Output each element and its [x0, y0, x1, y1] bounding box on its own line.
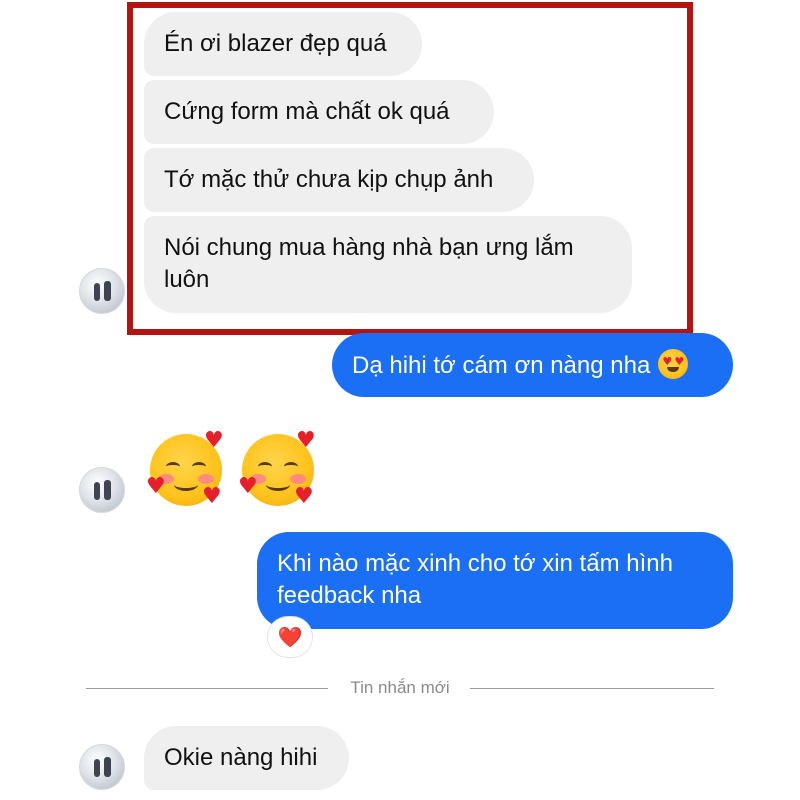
emoji-message[interactable]: ♥ ♥ ♥ ♥ ♥ ♥: [146, 430, 326, 510]
message-line: feedback nha: [277, 582, 422, 609]
avatar-figure: [104, 480, 111, 500]
message-bubble-outgoing[interactable]: Khi nào mặc xinh cho tớ xin tấm hình fee…: [257, 532, 733, 629]
avatar-figure: [94, 759, 100, 777]
highlight-box: [127, 2, 693, 335]
avatar[interactable]: [79, 467, 125, 513]
avatar-figure: [104, 281, 111, 301]
heart-eyes-emoji-icon: ♥ ♥: [658, 349, 689, 379]
avatar-figure: [94, 482, 100, 500]
chat-thread: Én ơi blazer đẹp quá Cứng form mà chất o…: [0, 0, 800, 800]
avatar[interactable]: [79, 744, 125, 790]
message-bubble-incoming[interactable]: Okie nàng hihi: [144, 726, 349, 790]
message-bubble-outgoing[interactable]: Dạ hihi tớ cám ơn nàng nha ♥ ♥: [332, 333, 733, 397]
avatar-figure: [104, 757, 111, 777]
divider-line: [470, 688, 714, 689]
message-line: Khi nào mặc xinh cho tớ xin tấm hình: [277, 550, 673, 577]
new-messages-divider: Tin nhắn mới: [350, 678, 450, 697]
avatar[interactable]: [79, 268, 125, 314]
heart-icon[interactable]: ❤️: [268, 617, 312, 657]
avatar-figure: [94, 283, 100, 301]
message-text: Dạ hihi tớ cám ơn nàng nha: [352, 352, 651, 379]
divider-line: [86, 688, 328, 689]
